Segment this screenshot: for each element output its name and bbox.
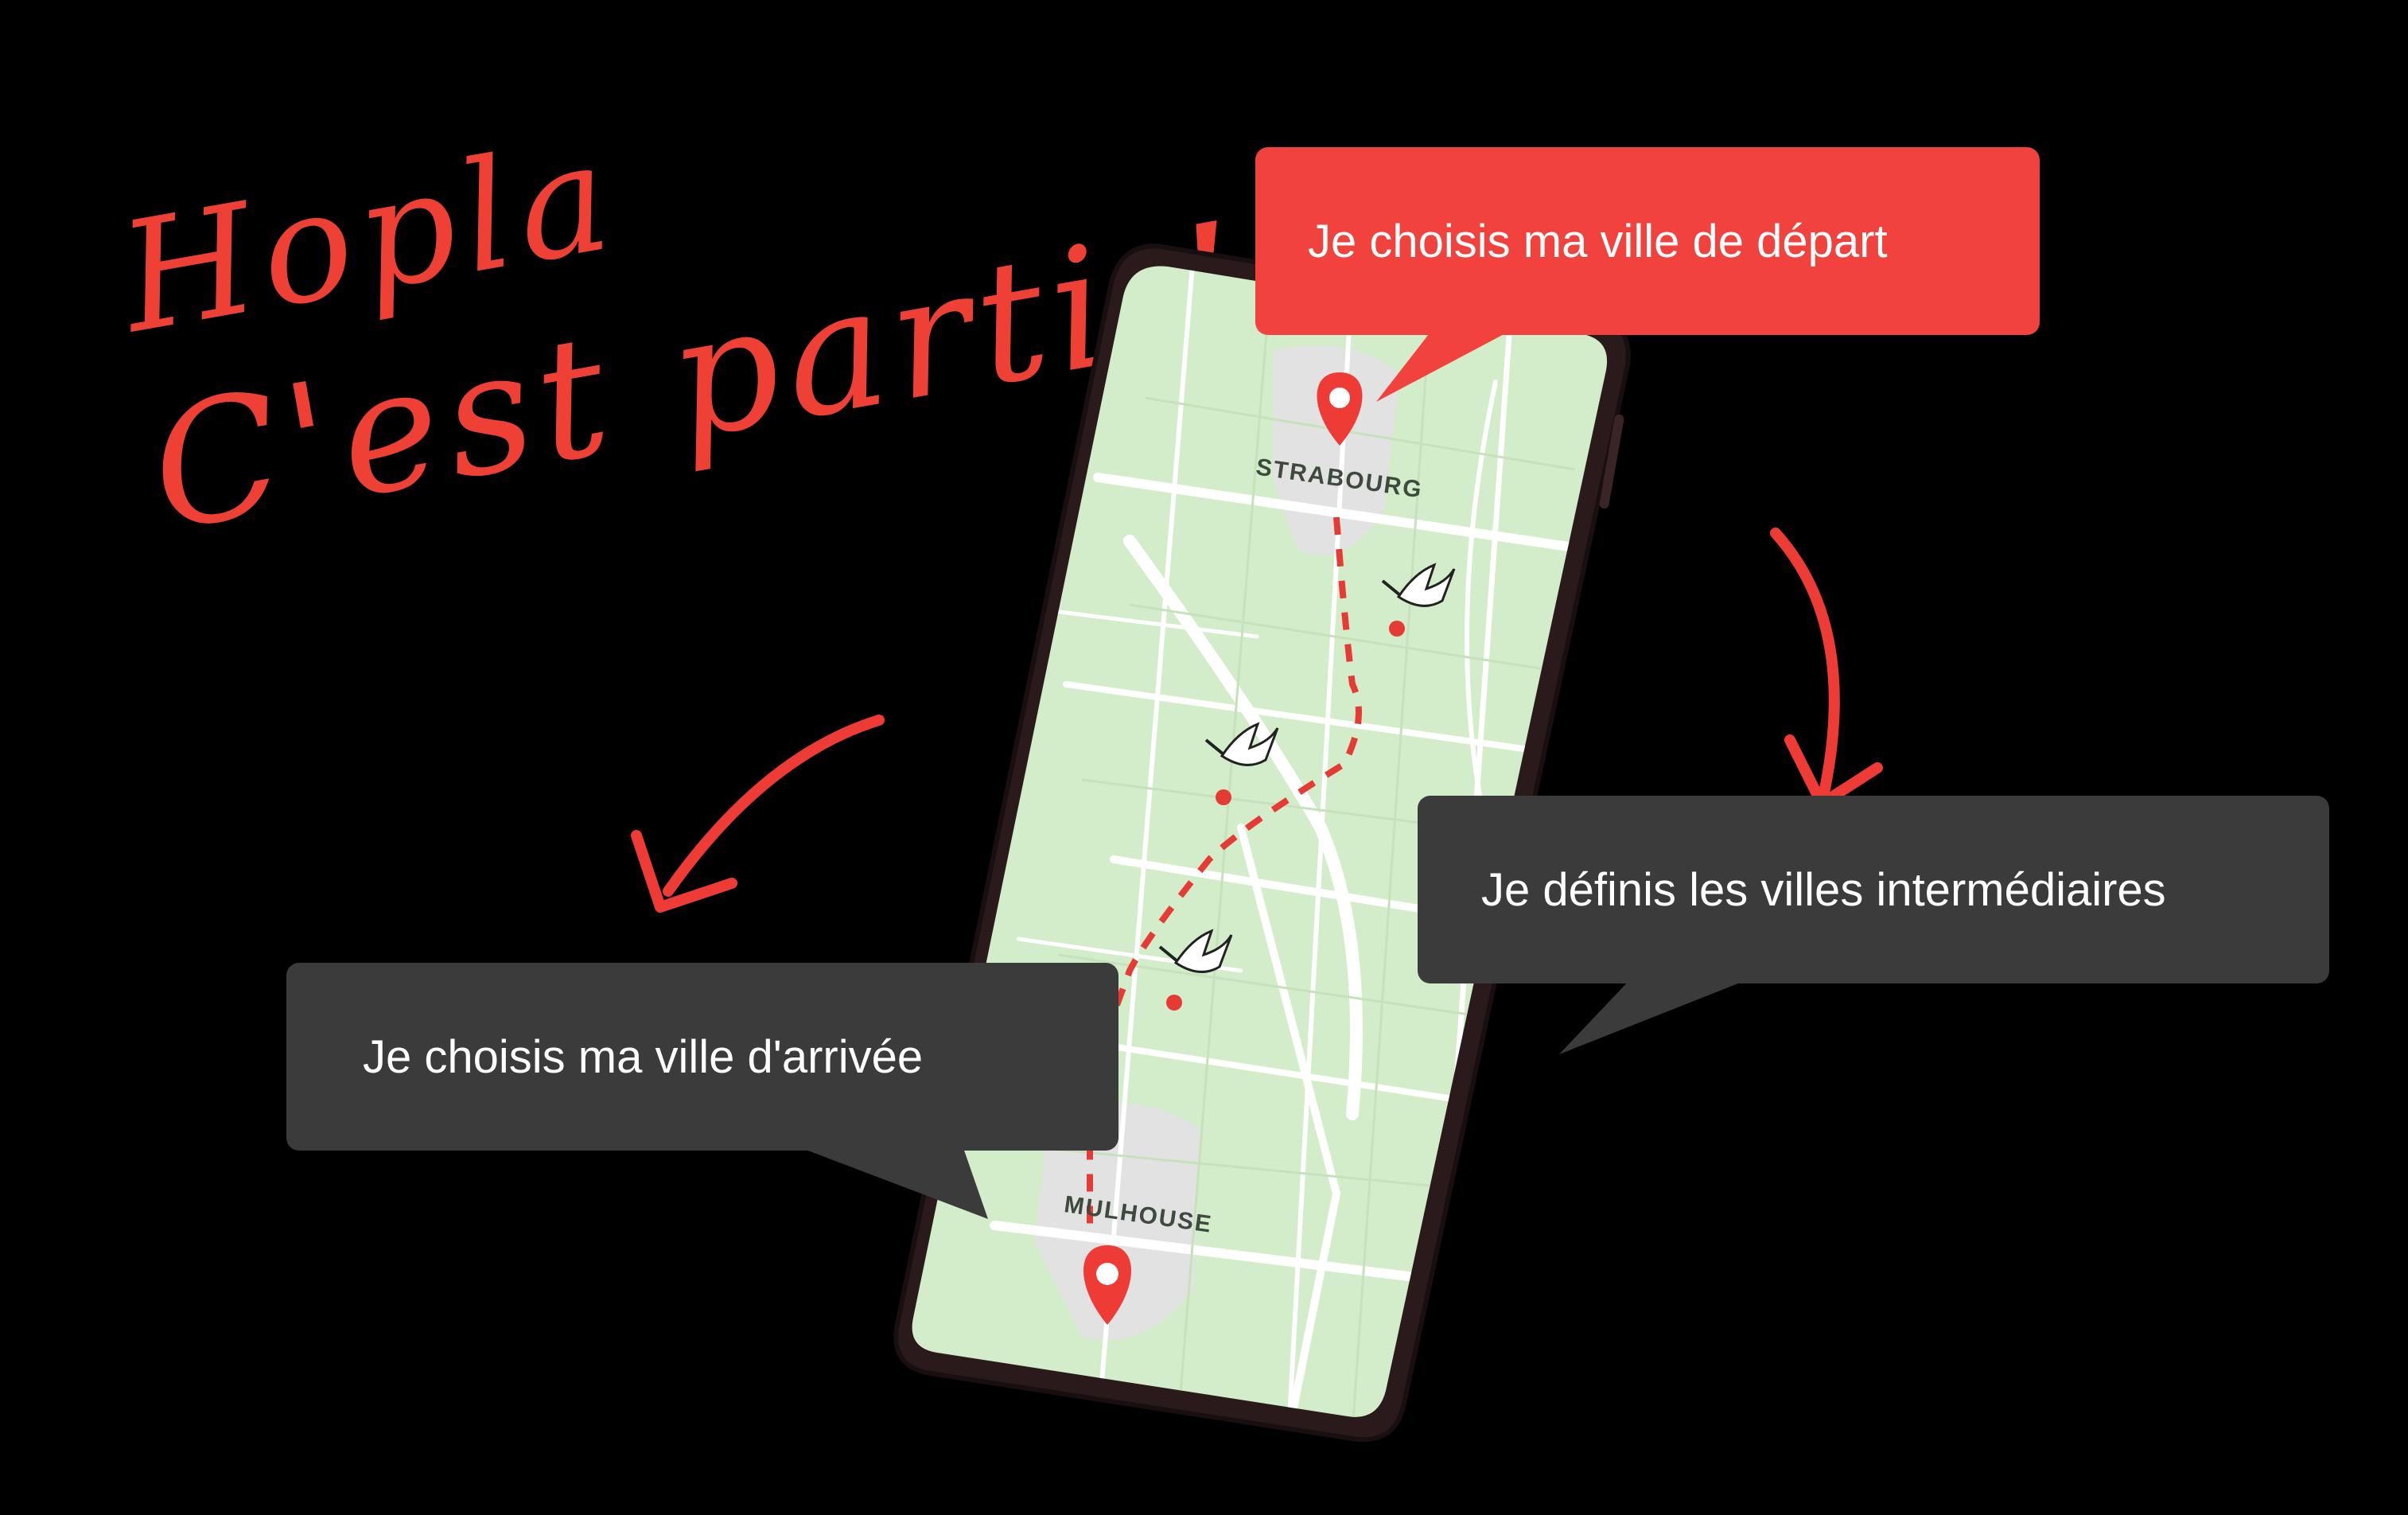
- callout-inter-tail: [1559, 979, 1750, 1054]
- hand-drawn-arrow-icon: [1770, 528, 1883, 809]
- callout-arrivee-text: Je choisis ma ville d'arrivée: [363, 1030, 924, 1083]
- callout-depart-text: Je choisis ma ville de départ: [1308, 215, 1888, 267]
- callout-depart-tail: [1376, 330, 1511, 402]
- callout-arrivee: Je choisis ma ville d'arrivée: [286, 963, 1118, 1151]
- arrows-layer: [631, 330, 1883, 1219]
- callout-depart: Je choisis ma ville de départ: [1255, 147, 2040, 335]
- callout-arrivee-tail: [796, 1146, 988, 1219]
- hand-drawn-arrow-icon: [631, 715, 885, 913]
- callout-intermediaires-text: Je définis les villes intermédiaires: [1481, 863, 2166, 916]
- callout-intermediaires: Je définis les villes intermédiaires: [1418, 796, 2329, 983]
